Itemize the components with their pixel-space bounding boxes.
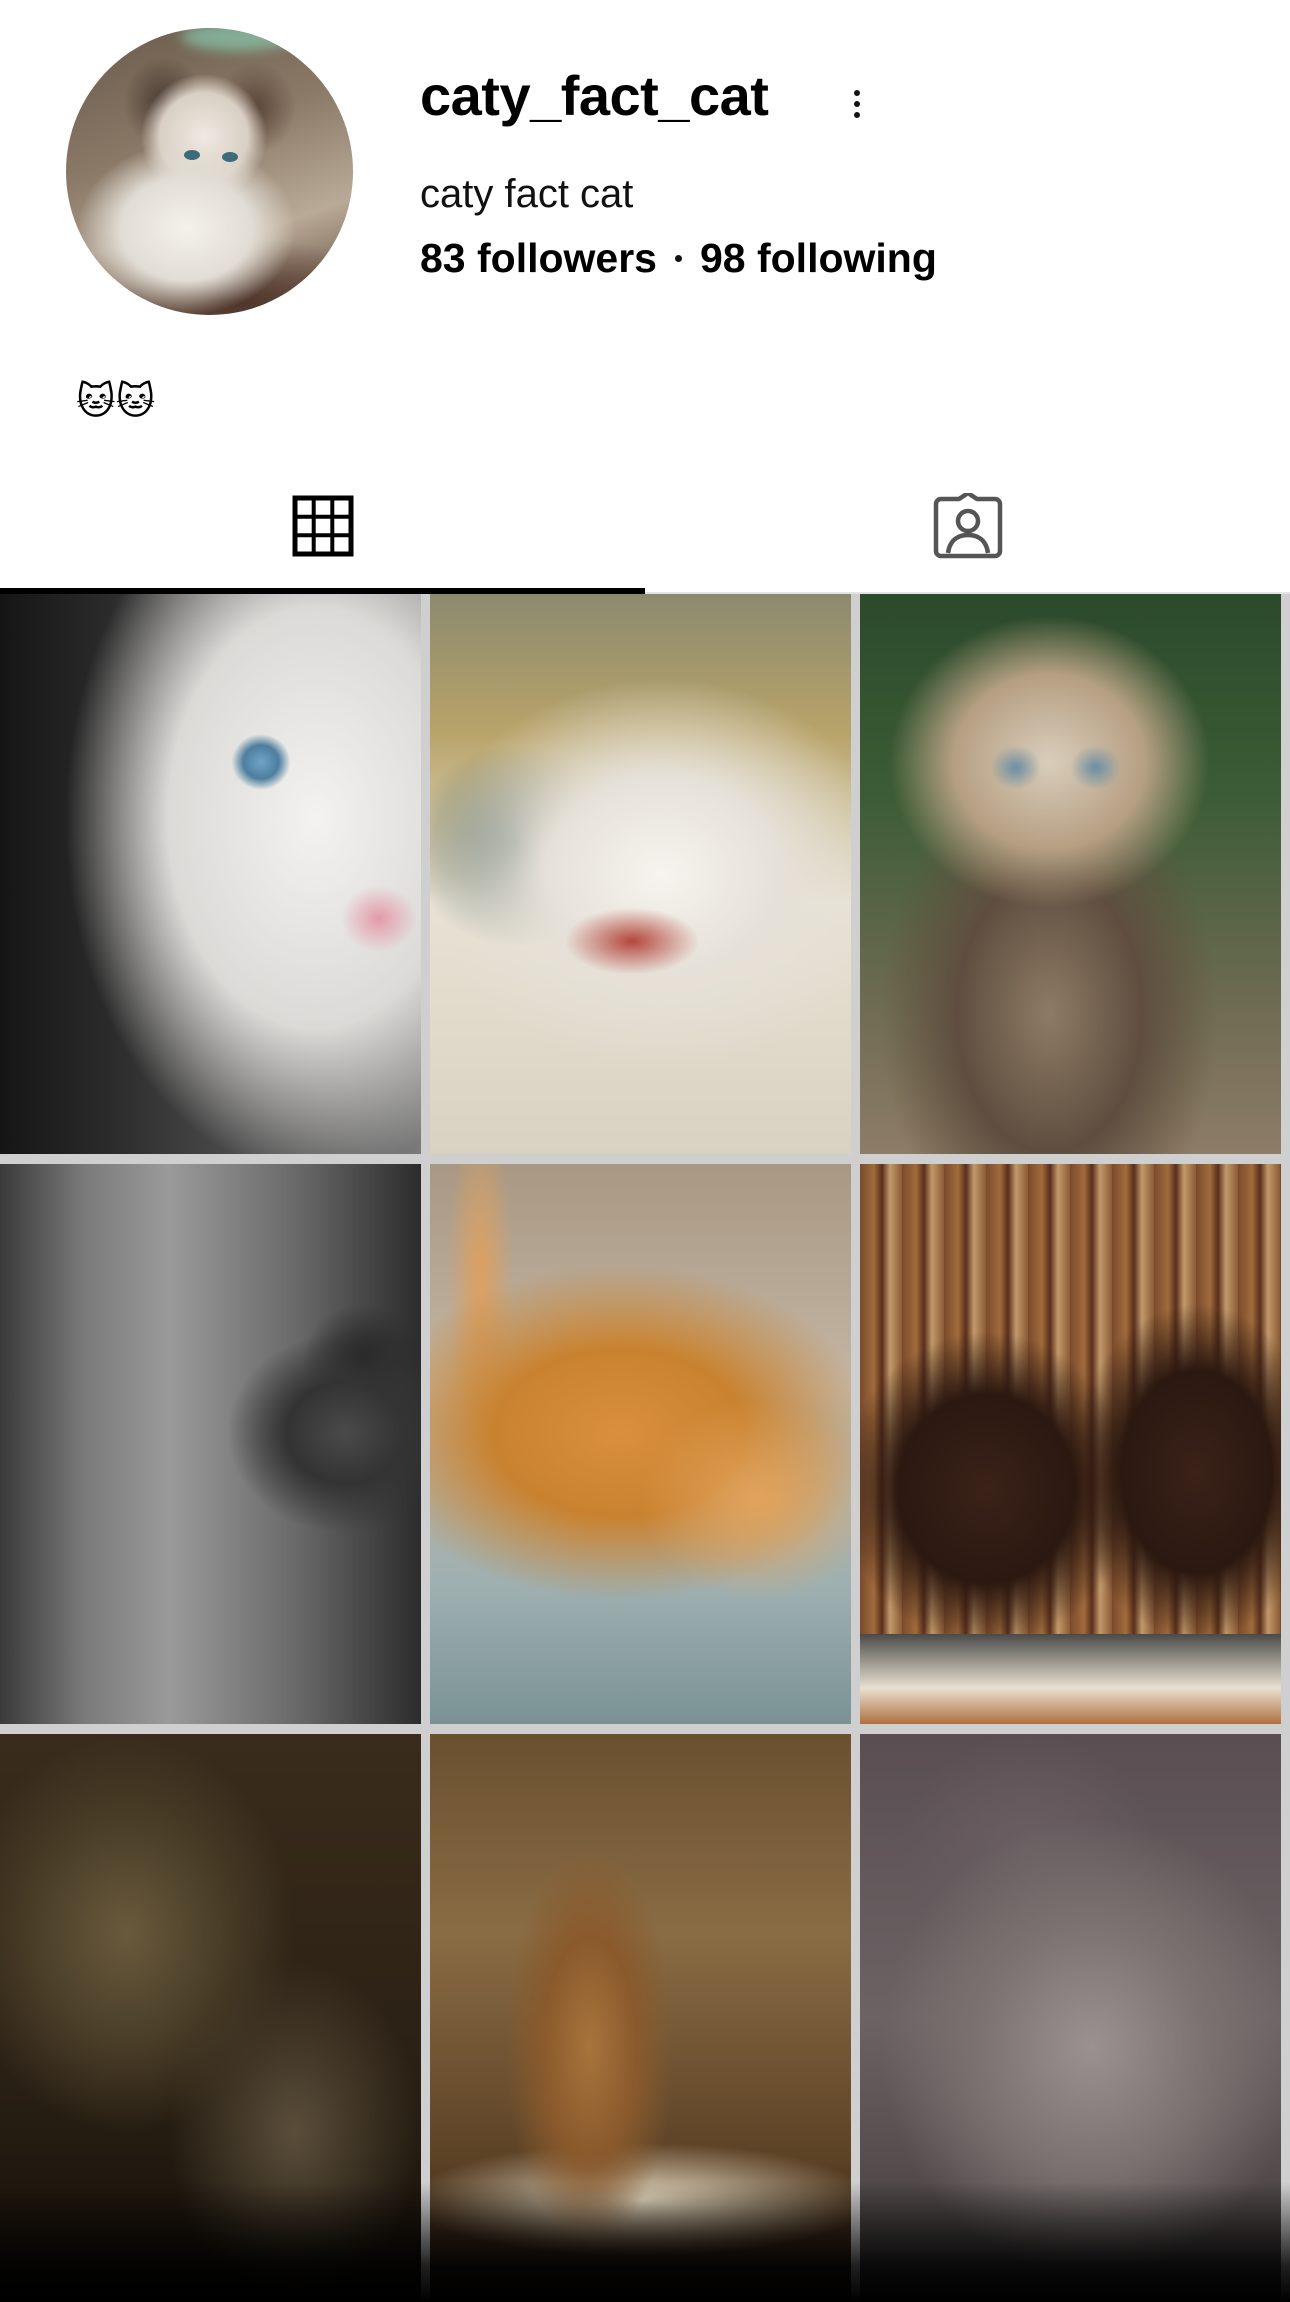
tab-tagged[interactable]	[645, 460, 1290, 592]
profile-bio: 🐱🐱	[76, 381, 156, 423]
tab-posts-grid[interactable]	[0, 460, 645, 594]
post-6[interactable]	[860, 1164, 1281, 1724]
profile-avatar[interactable]	[66, 28, 353, 315]
dot	[854, 101, 860, 107]
post-2[interactable]	[430, 594, 851, 1154]
post-7[interactable]	[0, 1734, 421, 2302]
profile-stats: 83 followers 98 following	[420, 232, 937, 284]
dot	[854, 90, 860, 96]
post-1[interactable]	[0, 594, 421, 1154]
profile-tabs	[0, 460, 1290, 594]
grid-icon	[292, 495, 353, 557]
stats-separator	[674, 254, 682, 262]
dot	[854, 112, 860, 118]
avatar-eye-left	[184, 150, 200, 160]
avatar-highlight	[180, 28, 296, 51]
post-4[interactable]	[0, 1164, 421, 1724]
tagged-user-icon	[933, 493, 1002, 559]
followers-count[interactable]: 83 followers	[420, 232, 657, 284]
posts-grid	[0, 594, 1290, 2302]
profile-username: caty_fact_cat	[420, 64, 769, 127]
post-5[interactable]	[430, 1164, 851, 1724]
post-3[interactable]	[860, 594, 1281, 1154]
avatar-eye-right	[222, 152, 238, 162]
profile-display-name: caty fact cat	[420, 172, 634, 216]
following-count[interactable]: 98 following	[700, 232, 937, 284]
more-options-icon[interactable]	[842, 82, 872, 126]
post-8[interactable]	[430, 1734, 851, 2302]
post-9[interactable]	[860, 1734, 1281, 2302]
profile-page: caty_fact_cat caty fact cat 83 followers…	[0, 0, 1290, 2302]
